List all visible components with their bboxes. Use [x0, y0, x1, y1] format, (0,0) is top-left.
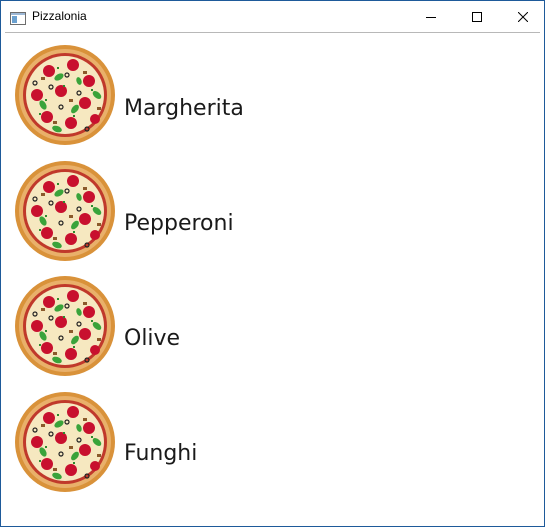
pizza-list: Margherita Pepperoni Olive Funghi — [5, 33, 540, 522]
list-item[interactable]: Pepperoni — [5, 159, 540, 274]
list-item[interactable]: Margherita — [5, 43, 540, 158]
window-title: Pizzalonia — [32, 9, 87, 23]
pizza-list-area: Margherita Pepperoni Olive Funghi — [5, 32, 540, 522]
pizza-image — [13, 43, 117, 147]
pizza-image — [13, 390, 117, 494]
list-item[interactable]: Funghi — [5, 390, 540, 505]
close-icon — [517, 7, 529, 26]
pizza-name: Olive — [124, 326, 181, 351]
pizza-name: Margherita — [124, 96, 244, 121]
close-button[interactable] — [500, 1, 545, 31]
title-bar[interactable]: Pizzalonia — [1, 1, 544, 31]
maximize-icon — [472, 7, 482, 26]
minimize-button[interactable] — [408, 1, 454, 31]
minimize-icon — [426, 7, 436, 26]
pizza-image — [13, 274, 117, 378]
pizza-name: Funghi — [124, 441, 198, 466]
maximize-button[interactable] — [454, 1, 500, 31]
pizza-image — [13, 159, 117, 263]
app-window: Pizzalonia Margherita Pepperoni Olive Fu… — [0, 0, 545, 527]
pizza-name: Pepperoni — [124, 211, 234, 236]
list-item[interactable]: Olive — [5, 274, 540, 389]
window-app-icon[interactable] — [10, 10, 26, 25]
